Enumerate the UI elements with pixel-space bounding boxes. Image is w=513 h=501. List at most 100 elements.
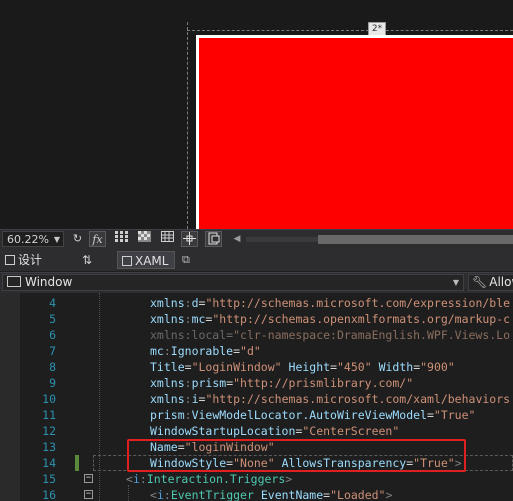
popout-icon[interactable]: ⧉ bbox=[182, 251, 190, 269]
code-text: WindowStartupLocation="CenterScreen" bbox=[150, 423, 399, 439]
member-dropdown[interactable]: 🔧︎Allow bbox=[468, 274, 513, 291]
designer-toolbar: 60.22% ▼ ↻ fx ◀ bbox=[0, 229, 513, 249]
code-token: : bbox=[163, 344, 171, 358]
grid-icon[interactable] bbox=[113, 231, 130, 247]
code-line[interactable]: 4 xmlns:d="http://schemas.microsoft.com/e… bbox=[0, 295, 513, 311]
code-token: Width bbox=[378, 360, 414, 374]
code-text: xmlns:local="clr-namespace:DramaEnglish.… bbox=[150, 327, 510, 343]
line-number: 5 bbox=[49, 312, 56, 326]
code-line[interactable]: 10 xmlns:i="http://schemas.microsoft.com/… bbox=[0, 391, 513, 407]
code-token: = bbox=[330, 360, 337, 374]
code-token: Height bbox=[288, 360, 331, 374]
code-text: xmlns:prism="http://prismlibrary.com/" bbox=[150, 375, 413, 391]
code-token: = bbox=[426, 408, 434, 422]
code-text: xmlns:d="http://schemas.microsoft.com/ex… bbox=[150, 295, 510, 311]
chevron-down-icon: ▼ bbox=[452, 278, 459, 287]
code-text: mc:Ignorable="d" bbox=[150, 343, 261, 359]
zoom-combobox[interactable]: 60.22% ▼ bbox=[2, 231, 64, 247]
fold-collapse-icon[interactable]: − bbox=[84, 474, 93, 483]
code-line[interactable]: 15 − <i:Interaction.Triggers> bbox=[0, 471, 513, 487]
window-preview-content[interactable] bbox=[199, 38, 513, 229]
code-token: > bbox=[285, 472, 293, 486]
code-token: d bbox=[191, 296, 199, 310]
code-token: : bbox=[163, 488, 171, 501]
fx-icon[interactable]: fx bbox=[89, 231, 106, 247]
line-number: 7 bbox=[49, 344, 56, 358]
tab-xaml-label: XAML bbox=[135, 254, 169, 268]
refresh-icon[interactable]: ↻ bbox=[69, 231, 86, 247]
xaml-view-icon bbox=[122, 256, 132, 266]
code-token: WindowStartupLocation bbox=[150, 424, 296, 438]
line-number: 4 bbox=[49, 296, 56, 310]
designer-canvas[interactable]: 2* bbox=[0, 0, 513, 229]
checker-icon[interactable] bbox=[136, 231, 153, 247]
code-text: xmlns:i="http://schemas.microsoft.com/xa… bbox=[150, 391, 510, 407]
code-line[interactable]: 11 prism:ViewModelLocator.AutoWireViewMod… bbox=[0, 407, 513, 423]
code-token: "d" bbox=[240, 344, 261, 358]
code-token: Title bbox=[150, 360, 185, 374]
xaml-code-editor[interactable]: 4 xmlns:d="http://schemas.microsoft.com/e… bbox=[0, 293, 513, 501]
navigation-bar: Window ▼ 🔧︎Allow bbox=[0, 272, 513, 293]
snap-grid-icon[interactable] bbox=[159, 231, 176, 247]
code-text: <i:EventTrigger EventName="Loaded"> bbox=[150, 487, 392, 501]
wrench-icon: 🔧︎ bbox=[472, 275, 488, 289]
device-icon[interactable] bbox=[205, 231, 222, 247]
swap-panes-icon[interactable]: ⇅ bbox=[82, 251, 92, 269]
code-line[interactable]: 12 WindowStartupLocation="CenterScreen" bbox=[0, 423, 513, 439]
grid-ruler-horizontal bbox=[187, 30, 513, 31]
view-tab-bar: 设计 ⇅ XAML ⧉ bbox=[0, 249, 513, 271]
line-number: 12 bbox=[42, 424, 56, 438]
code-token: EventName bbox=[260, 488, 324, 501]
code-token: "450" bbox=[337, 360, 372, 374]
tab-design-label: 设计 bbox=[18, 253, 43, 267]
code-line[interactable]: 9 xmlns:prism="http://prismlibrary.com/" bbox=[0, 375, 513, 391]
code-token: i bbox=[132, 472, 140, 486]
scroll-left-icon[interactable]: ◀ bbox=[231, 231, 243, 247]
line-number: 9 bbox=[49, 376, 56, 390]
line-number: 16 bbox=[42, 488, 56, 501]
code-token: Interaction.Triggers bbox=[146, 472, 286, 486]
line-number: 11 bbox=[42, 408, 56, 422]
chevron-down-icon: ▼ bbox=[53, 235, 60, 244]
code-token: xmlns bbox=[150, 376, 185, 390]
code-token: "http://schemas.microsoft.com/expression… bbox=[205, 296, 511, 310]
code-token: : bbox=[184, 312, 192, 326]
line-number: 14 bbox=[42, 456, 56, 470]
code-line[interactable]: 5 xmlns:mc="http://schemas.openxmlformats… bbox=[0, 311, 513, 327]
line-number: 13 bbox=[42, 440, 56, 454]
code-line[interactable]: 6 xmlns:local="clr-namespace:DramaEnglish… bbox=[0, 327, 513, 343]
code-token: xmlns bbox=[150, 312, 185, 326]
code-token: < bbox=[150, 488, 157, 501]
code-token: xmlns bbox=[150, 392, 185, 406]
line-number: 10 bbox=[42, 392, 56, 406]
tab-design[interactable]: 设计 bbox=[5, 251, 42, 269]
code-text: Title="LoginWindow" Height="450" Width="… bbox=[150, 359, 455, 375]
line-number: 6 bbox=[49, 328, 56, 342]
snap-lines-icon[interactable] bbox=[181, 231, 198, 247]
code-token: Ignorable bbox=[170, 344, 234, 358]
code-token: prism bbox=[150, 408, 185, 422]
code-line[interactable]: 16 − <i:EventTrigger EventName="Loaded"> bbox=[0, 487, 513, 501]
horizontal-scrollbar-thumb[interactable] bbox=[318, 235, 513, 244]
code-token: prism bbox=[191, 376, 227, 390]
element-dropdown[interactable]: Window ▼ bbox=[2, 274, 464, 291]
fold-collapse-icon[interactable]: − bbox=[84, 490, 93, 499]
code-token: i bbox=[156, 488, 164, 501]
code-token: xmlns bbox=[150, 296, 185, 310]
code-token: "http://prismlibrary.com/" bbox=[233, 376, 414, 390]
zoom-value: 60.22% bbox=[7, 233, 49, 246]
code-text: prism:ViewModelLocator.AutoWireViewModel… bbox=[150, 407, 475, 423]
code-token: "http://schemas.microsoft.com/xaml/behav… bbox=[205, 392, 511, 406]
code-token: "LoginWindow" bbox=[191, 360, 282, 374]
element-dropdown-value: Window bbox=[25, 275, 73, 289]
code-token: "clr-namespace:DramaEnglish.WPF.Views.Lo bbox=[233, 328, 511, 342]
code-token: mc bbox=[150, 344, 164, 358]
code-token: : bbox=[184, 408, 192, 422]
code-token: "Loaded" bbox=[330, 488, 386, 501]
code-line[interactable]: 8 Title="LoginWindow" Height="450" Width=… bbox=[0, 359, 513, 375]
code-line[interactable]: 7 mc:Ignorable="d" bbox=[0, 343, 513, 359]
design-view-icon bbox=[5, 255, 15, 265]
tab-xaml[interactable]: XAML bbox=[117, 251, 175, 269]
